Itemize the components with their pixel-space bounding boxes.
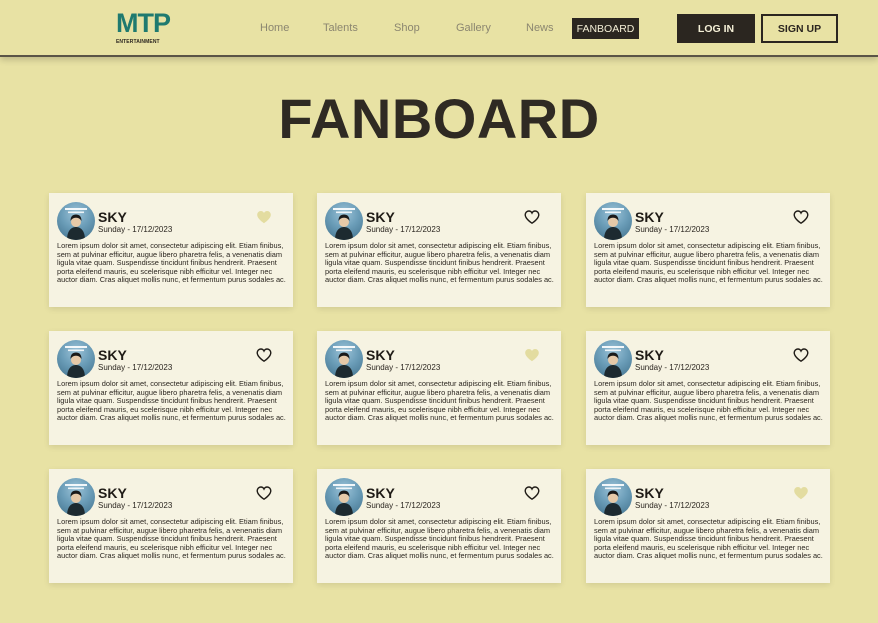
post-date: Sunday - 17/12/2023	[98, 363, 173, 372]
heart-icon[interactable]	[256, 486, 272, 501]
nav-shop[interactable]: Shop	[394, 22, 420, 34]
heart-icon[interactable]	[793, 210, 809, 225]
nav-news[interactable]: News	[526, 22, 554, 34]
fan-post-card[interactable]: SKY Sunday - 17/12/2023 Lorem ipsum dolor …	[49, 193, 293, 307]
post-text: Lorem ipsum dolor sit amet, consectetur …	[57, 379, 286, 423]
fan-post-card[interactable]: SKY Sunday - 17/12/2023 Lorem ipsum dolor …	[586, 331, 830, 445]
heart-icon[interactable]	[793, 348, 809, 363]
fan-post-card[interactable]: SKY Sunday - 17/12/2023 Lorem ipsum dolor …	[586, 193, 830, 307]
heart-filled-icon[interactable]	[256, 210, 272, 224]
post-text: Lorem ipsum dolor sit amet, consectetur …	[57, 241, 286, 285]
post-text: Lorem ipsum dolor sit amet, consectetur …	[594, 241, 823, 285]
post-author: SKY	[366, 209, 395, 225]
user-avatar[interactable]	[594, 340, 632, 378]
post-author: SKY	[635, 209, 664, 225]
post-date: Sunday - 17/12/2023	[366, 501, 441, 510]
user-avatar[interactable]	[57, 478, 95, 516]
post-author: SKY	[366, 485, 395, 501]
post-date: Sunday - 17/12/2023	[635, 501, 710, 510]
fan-post-card[interactable]: SKY Sunday - 17/12/2023 Lorem ipsum dolor …	[317, 331, 561, 445]
post-author: SKY	[635, 485, 664, 501]
fan-post-card[interactable]: SKY Sunday - 17/12/2023 Lorem ipsum dolor …	[586, 469, 830, 583]
user-avatar[interactable]	[594, 478, 632, 516]
nav-home[interactable]: Home	[260, 22, 289, 34]
post-author: SKY	[98, 485, 127, 501]
post-date: Sunday - 17/12/2023	[366, 225, 441, 234]
user-avatar[interactable]	[594, 202, 632, 240]
post-text: Lorem ipsum dolor sit amet, consectetur …	[325, 517, 554, 561]
post-text: Lorem ipsum dolor sit amet, consectetur …	[594, 517, 823, 561]
nav-fanboard[interactable]: FANBOARD	[572, 18, 639, 39]
post-date: Sunday - 17/12/2023	[635, 363, 710, 372]
heart-icon[interactable]	[524, 210, 540, 225]
post-author: SKY	[98, 347, 127, 363]
fan-post-card[interactable]: SKY Sunday - 17/12/2023 Lorem ipsum dolor …	[317, 469, 561, 583]
heart-filled-icon[interactable]	[793, 486, 809, 500]
post-date: Sunday - 17/12/2023	[98, 225, 173, 234]
post-text: Lorem ipsum dolor sit amet, consectetur …	[325, 241, 554, 285]
post-date: Sunday - 17/12/2023	[98, 501, 173, 510]
post-text: Lorem ipsum dolor sit amet, consectetur …	[325, 379, 554, 423]
brand-logo[interactable]: MTP ENTERTAINMENT	[116, 8, 171, 48]
signup-button[interactable]: SIGN UP	[761, 14, 838, 43]
post-author: SKY	[635, 347, 664, 363]
user-avatar[interactable]	[57, 340, 95, 378]
logo-mark: MTP	[116, 8, 171, 38]
post-date: Sunday - 17/12/2023	[366, 363, 441, 372]
user-avatar[interactable]	[325, 340, 363, 378]
top-navbar: MTP ENTERTAINMENT Home Talents Shop Gall…	[0, 0, 878, 57]
page-title: FANBOARD	[278, 87, 600, 150]
heart-icon[interactable]	[256, 348, 272, 363]
heart-filled-icon[interactable]	[524, 348, 540, 362]
user-avatar[interactable]	[325, 202, 363, 240]
user-avatar[interactable]	[57, 202, 95, 240]
login-button[interactable]: LOG IN	[677, 14, 755, 43]
post-date: Sunday - 17/12/2023	[635, 225, 710, 234]
post-author: SKY	[98, 209, 127, 225]
nav-talents[interactable]: Talents	[323, 22, 358, 34]
fan-post-card[interactable]: SKY Sunday - 17/12/2023 Lorem ipsum dolor …	[49, 469, 293, 583]
post-text: Lorem ipsum dolor sit amet, consectetur …	[594, 379, 823, 423]
fan-post-card[interactable]: SKY Sunday - 17/12/2023 Lorem ipsum dolor …	[317, 193, 561, 307]
heart-icon[interactable]	[524, 486, 540, 501]
post-author: SKY	[366, 347, 395, 363]
user-avatar[interactable]	[325, 478, 363, 516]
fan-post-card[interactable]: SKY Sunday - 17/12/2023 Lorem ipsum dolor …	[49, 331, 293, 445]
nav-gallery[interactable]: Gallery	[456, 22, 491, 34]
post-text: Lorem ipsum dolor sit amet, consectetur …	[57, 517, 286, 561]
logo-subtitle: ENTERTAINMENT	[116, 39, 160, 45]
